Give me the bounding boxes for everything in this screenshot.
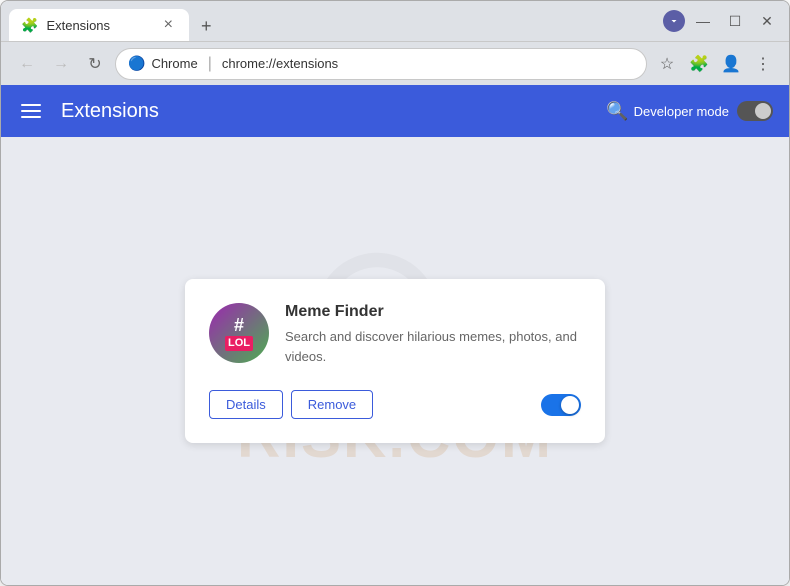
main-content: RISK.COM # LOL Meme Finder Search and di…: [1, 137, 789, 585]
back-button[interactable]: ←: [13, 50, 41, 78]
site-name: Chrome: [151, 56, 197, 71]
hamburger-line-1: [21, 104, 41, 106]
window-controls: — ☐ ✕: [663, 7, 781, 35]
address-separator: |: [208, 55, 212, 73]
browser-window: 🧩 Extensions × + — ☐ ✕ ← → ↻ 🔵 Chrome | …: [0, 0, 790, 586]
new-tab-button[interactable]: +: [193, 12, 220, 41]
extension-icon-lol: LOL: [225, 336, 253, 351]
profile-dropdown-button[interactable]: [663, 10, 685, 32]
extension-card-header: # LOL Meme Finder Search and discover hi…: [209, 303, 581, 366]
site-security-icon: 🔵: [128, 55, 145, 72]
search-button[interactable]: 🔍: [602, 95, 634, 127]
extension-card-footer: Details Remove: [209, 390, 581, 419]
minimize-button[interactable]: —: [689, 7, 717, 35]
hamburger-line-2: [21, 110, 41, 112]
tab-area: 🧩 Extensions × +: [9, 1, 651, 41]
dev-mode-label: Developer mode: [634, 104, 729, 119]
extension-card: # LOL Meme Finder Search and discover hi…: [185, 279, 605, 443]
forward-button[interactable]: →: [47, 50, 75, 78]
extensions-button[interactable]: 🧩: [685, 50, 713, 78]
extensions-header: Extensions 🔍 Developer mode: [1, 85, 789, 137]
tab-title: Extensions: [46, 18, 151, 33]
title-bar: 🧩 Extensions × + — ☐ ✕: [1, 1, 789, 41]
profile-button[interactable]: 👤: [717, 50, 745, 78]
extension-icon-inner: # LOL: [225, 315, 253, 352]
hamburger-menu-button[interactable]: [17, 100, 45, 122]
extension-name: Meme Finder: [285, 303, 581, 321]
tab-icon: 🧩: [21, 17, 38, 34]
remove-button[interactable]: Remove: [291, 390, 373, 419]
toggle-knob: [755, 103, 771, 119]
hamburger-line-3: [21, 116, 41, 118]
extension-icon: # LOL: [209, 303, 269, 363]
more-button[interactable]: ⋮: [749, 50, 777, 78]
url-text: chrome://extensions: [222, 56, 338, 71]
extension-enable-toggle[interactable]: [541, 394, 581, 416]
close-button[interactable]: ✕: [753, 7, 781, 35]
active-tab[interactable]: 🧩 Extensions ×: [9, 9, 189, 41]
nav-bar: ← → ↻ 🔵 Chrome | chrome://extensions ☆ 🧩…: [1, 41, 789, 85]
extension-description: Search and discover hilarious memes, pho…: [285, 327, 581, 366]
nav-actions: ☆ 🧩 👤 ⋮: [653, 50, 777, 78]
bookmark-button[interactable]: ☆: [653, 50, 681, 78]
tab-close-button[interactable]: ×: [160, 14, 177, 36]
toggle-on-knob: [561, 396, 579, 414]
extensions-header-title: Extensions: [61, 100, 602, 123]
address-bar[interactable]: 🔵 Chrome | chrome://extensions: [115, 48, 647, 80]
extension-info: Meme Finder Search and discover hilariou…: [285, 303, 581, 366]
restore-button[interactable]: ☐: [721, 7, 749, 35]
developer-mode-toggle[interactable]: [737, 101, 773, 121]
extension-icon-hash: #: [225, 315, 253, 337]
details-button[interactable]: Details: [209, 390, 283, 419]
reload-button[interactable]: ↻: [81, 50, 109, 78]
